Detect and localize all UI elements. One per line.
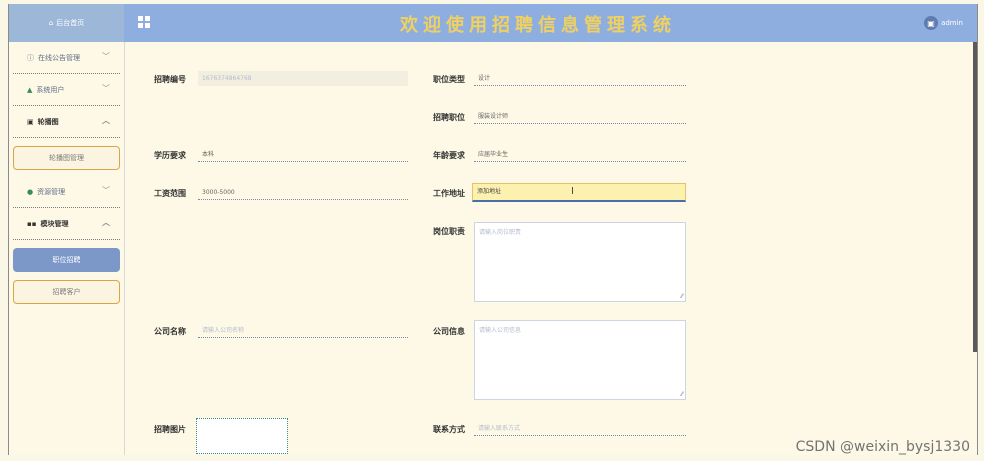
label-gzfw: 工资范围 (154, 189, 186, 198)
menu-label: 轮播图 (37, 117, 59, 126)
avatar-icon: ▣ (924, 16, 939, 30)
input-zpzw[interactable]: 服装设计师 (474, 109, 686, 124)
user-icon: ▲ (27, 85, 33, 94)
label-gwzz: 岗位职责 (433, 227, 465, 236)
label-gzdz: 工作地址 (433, 189, 465, 198)
menu-label: 在线公告管理 (38, 53, 80, 62)
input-gzdz[interactable]: 添加地址 (472, 183, 686, 202)
menu-announcement[interactable]: ⓘ 在线公告管理 ﹀ (13, 42, 120, 74)
select-zwlx[interactable]: 设计 (474, 71, 686, 86)
menu-module[interactable]: ▪▪ 模块管理 ︿ (13, 208, 120, 240)
submenu-label: 轮播图管理 (49, 154, 84, 162)
chevron-up-icon: ︿ (102, 116, 110, 125)
menu-toggle-icon[interactable] (138, 16, 150, 28)
home-link[interactable]: ⌂ 后台首页 (9, 4, 124, 42)
app-frame: ⌂ 后台首页 ⓘ 在线公告管理 ﹀ ▲ 系统用户 ﹀ ▣ 轮播图 ︿ 轮播图管理… (8, 4, 978, 455)
resize-handle-icon[interactable]: ⁄⁄ (681, 293, 683, 300)
input-lxfs[interactable]: 请输入联系方式 (474, 421, 686, 436)
sidebar: ⌂ 后台首页 ⓘ 在线公告管理 ﹀ ▲ 系统用户 ﹀ ▣ 轮播图 ︿ 轮播图管理… (9, 4, 125, 455)
menu-resource[interactable]: ● 资源管理 ﹀ (13, 176, 120, 208)
submenu-job-recruit[interactable]: 职位招聘 (13, 248, 120, 272)
submenu-label: 招聘客户 (52, 288, 81, 296)
textarea-placeholder: 请输入岗位职责 (479, 229, 522, 236)
chevron-down-icon: ﹀ (102, 186, 110, 195)
info-icon: ⓘ (27, 53, 34, 62)
menu-carousel[interactable]: ▣ 轮播图 ︿ (13, 106, 120, 138)
chevron-down-icon: ﹀ (102, 84, 110, 93)
label-nlyq: 年龄要求 (433, 151, 465, 160)
label-zwlx: 职位类型 (433, 75, 465, 84)
menu-label: 资源管理 (37, 187, 66, 196)
textarea-gsxx[interactable]: 请输入公司信息 ⁄⁄ (474, 320, 686, 400)
username: admin (941, 19, 963, 27)
chevron-up-icon: ︿ (102, 218, 110, 227)
label-xlyq: 学历要求 (154, 151, 186, 160)
textarea-gwzz[interactable]: 请输入岗位职责 ⁄⁄ (474, 222, 686, 302)
vertical-scrollbar[interactable] (973, 42, 977, 352)
label-zpzw: 招聘职位 (433, 113, 465, 122)
label-gsmc: 公司名称 (154, 327, 186, 336)
page-title: 欢迎使用招聘信息管理系统 (400, 15, 676, 36)
home-icon: ⌂ (48, 19, 54, 27)
text-cursor-icon: I (571, 186, 574, 197)
label-zpbh: 招聘编号 (154, 75, 186, 84)
menu-label: 模块管理 (40, 219, 69, 228)
textarea-placeholder: 请输入公司信息 (479, 327, 522, 334)
image-upload[interactable] (196, 418, 288, 454)
menu-label: 系统用户 (36, 85, 65, 94)
menu-system-users[interactable]: ▲ 系统用户 ﹀ (13, 74, 120, 106)
submenu-carousel-manage[interactable]: 轮播图管理 (13, 146, 120, 170)
select-gzfw[interactable]: 3000-5000 (198, 185, 408, 200)
chevron-down-icon: ﹀ (102, 52, 110, 61)
home-label: 后台首页 (56, 19, 85, 27)
submenu-recruit-client[interactable]: 招聘客户 (13, 280, 120, 304)
input-gsmc[interactable]: 请输入公司名称 (198, 323, 408, 338)
select-xlyq[interactable]: 本科 (198, 147, 408, 162)
label-lxfs: 联系方式 (433, 425, 465, 434)
select-nlyq[interactable]: 应届毕业生 (474, 147, 686, 162)
label-zptp: 招聘图片 (154, 425, 186, 434)
top-header: 欢迎使用招聘信息管理系统 ▣ admin (124, 4, 977, 42)
user-menu[interactable]: ▣ admin (924, 16, 963, 30)
label-gsxx: 公司信息 (433, 327, 465, 336)
image-icon: ▣ (27, 117, 34, 126)
grid-icon: ▪▪ (27, 219, 37, 228)
resize-handle-icon[interactable]: ⁄⁄ (681, 391, 683, 398)
submenu-label: 职位招聘 (52, 256, 81, 264)
globe-icon: ● (27, 187, 34, 196)
input-zpbh: 1676374864768 (198, 71, 408, 86)
watermark: CSDN @weixin_bysj1330 (795, 439, 970, 455)
